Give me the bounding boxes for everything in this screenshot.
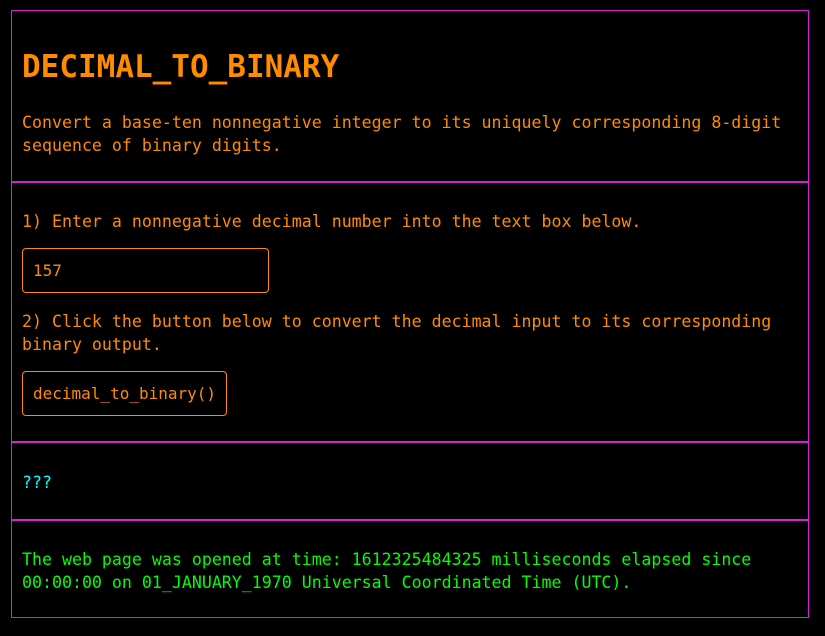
convert-button[interactable]: decimal_to_binary() — [22, 371, 228, 416]
step2-instruction: 2) Click the button below to convert the… — [22, 312, 772, 354]
section-divider — [12, 519, 808, 521]
page-title: DECIMAL_TO_BINARY — [22, 49, 340, 85]
app-frame: DECIMAL_TO_BINARY Convert a base-ten non… — [11, 10, 809, 618]
page-open-timestamp: The web page was opened at time: 1612325… — [22, 550, 752, 592]
page-description: Convert a base-ten nonnegative integer t… — [22, 113, 782, 155]
binary-output: ??? — [22, 473, 52, 492]
step1-instruction: 1) Enter a nonnegative decimal number in… — [22, 212, 642, 231]
section-divider — [12, 441, 808, 443]
section-divider — [12, 181, 808, 183]
decimal-input[interactable] — [22, 248, 269, 293]
